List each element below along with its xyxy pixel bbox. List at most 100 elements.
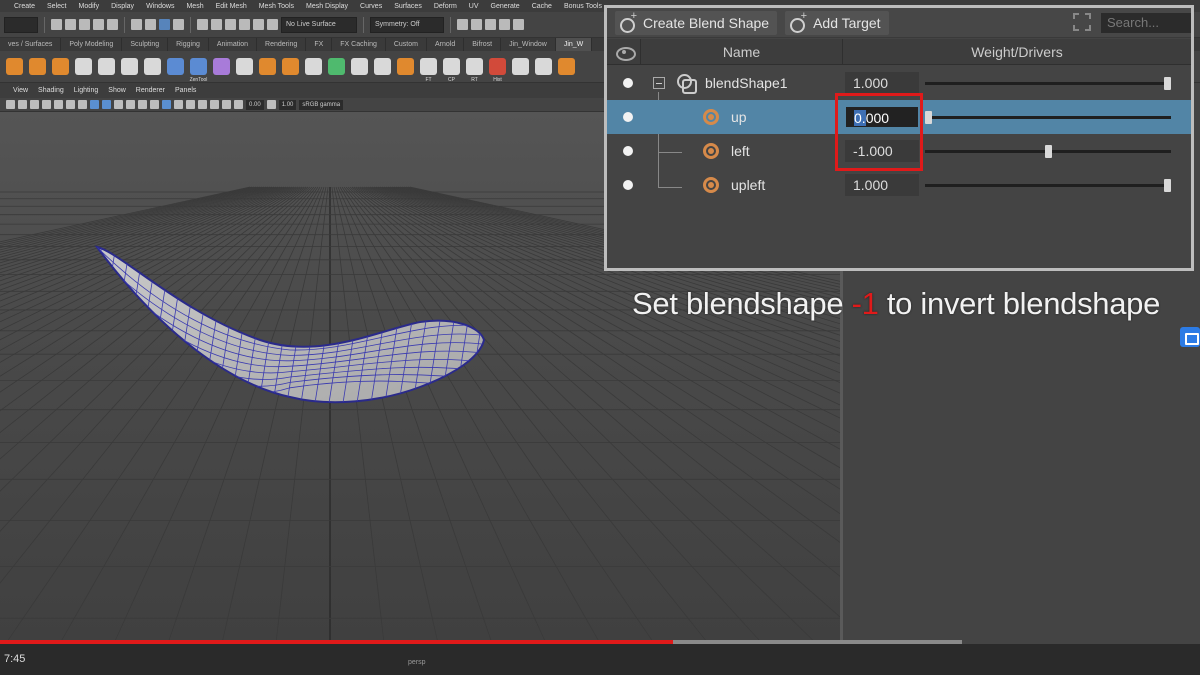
visibility-dot[interactable] xyxy=(623,180,633,190)
snap-point-icon[interactable] xyxy=(225,19,236,30)
cube-icon[interactable] xyxy=(29,58,46,75)
dots-grid-icon[interactable] xyxy=(144,58,161,75)
bookmark-icon[interactable] xyxy=(30,100,39,109)
diamond-icon[interactable] xyxy=(535,58,552,75)
snap-surface-icon[interactable] xyxy=(253,19,264,30)
layers-icon[interactable] xyxy=(236,58,253,75)
new-scene-icon[interactable] xyxy=(51,19,62,30)
hypershade-icon[interactable] xyxy=(513,19,524,30)
undo-icon[interactable] xyxy=(93,19,104,30)
snap-grid-icon[interactable] xyxy=(197,19,208,30)
menu-display[interactable]: Display xyxy=(105,3,140,10)
cube-grid-icon[interactable] xyxy=(6,58,23,75)
exposure-field[interactable]: 0.00 xyxy=(246,99,264,110)
panel-menu-lighting[interactable]: Lighting xyxy=(69,87,104,94)
weight-slider[interactable] xyxy=(925,179,1171,192)
visibility-dot[interactable] xyxy=(623,146,633,156)
symmetry-dropdown[interactable]: Symmetry: Off xyxy=(370,16,444,33)
menu-deform[interactable]: Deform xyxy=(428,3,463,10)
snap-curve-icon[interactable] xyxy=(211,19,222,30)
rt-icon[interactable]: RT xyxy=(466,58,483,83)
bridge-icon[interactable] xyxy=(75,58,92,75)
image-plane-icon[interactable] xyxy=(42,100,51,109)
panel-menu-panels[interactable]: Panels xyxy=(170,87,201,94)
resolution-gate-icon[interactable] xyxy=(78,100,87,109)
gamma-icon[interactable] xyxy=(266,100,276,109)
tab-custom[interactable]: Custom xyxy=(386,38,427,51)
xray-joints-icon[interactable] xyxy=(222,100,231,109)
wire-on-shaded-icon[interactable] xyxy=(114,100,123,109)
weight-slider[interactable] xyxy=(925,145,1171,158)
tab-rendering[interactable]: Rendering xyxy=(257,38,307,51)
side-badge-icon[interactable] xyxy=(1180,327,1200,347)
figure-icon[interactable] xyxy=(305,58,322,75)
stack-icon[interactable] xyxy=(282,58,299,75)
video-progress-bar[interactable] xyxy=(0,640,962,644)
menu-edit-mesh[interactable]: Edit Mesh xyxy=(210,3,253,10)
tab-fx[interactable]: FX xyxy=(306,38,333,51)
ipr-render-icon[interactable] xyxy=(485,19,496,30)
render-icon[interactable] xyxy=(471,19,482,30)
shadows-icon[interactable] xyxy=(150,100,159,109)
save-scene-icon[interactable] xyxy=(79,19,90,30)
hist-icon[interactable]: Hist xyxy=(489,58,506,83)
menu-bonus-tools[interactable]: Bonus Tools xyxy=(558,3,608,10)
menu-mesh-tools[interactable]: Mesh Tools xyxy=(253,3,300,10)
select-mode-icon[interactable] xyxy=(173,19,184,30)
ft-icon[interactable]: FT xyxy=(420,58,437,83)
visibility-eye-icon[interactable] xyxy=(607,38,641,65)
camera-icon[interactable] xyxy=(6,100,15,109)
menu-mesh-display[interactable]: Mesh Display xyxy=(300,3,354,10)
ambient-occlusion-icon[interactable] xyxy=(162,100,171,109)
cp-icon[interactable]: CP xyxy=(443,58,460,83)
shape-row-upleft[interactable]: upleft 1.000 xyxy=(607,168,1191,202)
panel-menu-show[interactable]: Show xyxy=(103,87,131,94)
antialias-icon[interactable] xyxy=(186,100,195,109)
motion-blur-icon[interactable] xyxy=(174,100,183,109)
gamma-field[interactable]: 1.00 xyxy=(278,99,297,110)
film-gate-icon[interactable] xyxy=(66,100,75,109)
skeleton-icon[interactable] xyxy=(351,58,368,75)
open-scene-icon[interactable] xyxy=(65,19,76,30)
column-header-name[interactable]: Name xyxy=(641,38,843,65)
menu-surfaces[interactable]: Surfaces xyxy=(388,3,428,10)
slider-handle[interactable] xyxy=(1164,179,1171,192)
color-cube-icon[interactable] xyxy=(397,58,414,75)
camera-attr-icon[interactable] xyxy=(18,100,27,109)
mode-dropdown[interactable] xyxy=(4,16,38,33)
add-target-button[interactable]: Add Target xyxy=(785,10,889,35)
snap-live-icon[interactable] xyxy=(267,19,278,30)
select-object-icon[interactable] xyxy=(145,19,156,30)
tab-jin-w[interactable]: Jin_W xyxy=(555,38,593,51)
slider-handle[interactable] xyxy=(1164,77,1171,90)
green-figure-icon[interactable] xyxy=(328,58,345,75)
column-header-weight[interactable]: Weight/Drivers xyxy=(843,44,1191,60)
lights-icon[interactable] xyxy=(138,100,147,109)
create-blend-shape-button[interactable]: Create Blend Shape xyxy=(615,10,778,35)
visibility-dot[interactable] xyxy=(623,78,633,88)
sculpt-brush-icon[interactable] xyxy=(167,58,184,75)
wireframe-icon[interactable] xyxy=(90,100,99,109)
tab-curves-surfaces[interactable]: ves / Surfaces xyxy=(0,38,62,51)
panel-menu-shading[interactable]: Shading xyxy=(33,87,69,94)
weight-slider[interactable] xyxy=(925,111,1171,124)
tab-jin-window[interactable]: Jin_Window xyxy=(501,38,556,51)
brush-icon[interactable] xyxy=(121,58,138,75)
tab-poly-modeling[interactable]: Poly Modeling xyxy=(61,38,123,51)
panel-menu-view[interactable]: View xyxy=(8,87,33,94)
zentool-icon[interactable]: ZenTool xyxy=(190,58,207,83)
textured-icon[interactable] xyxy=(126,100,135,109)
menu-select[interactable]: Select xyxy=(41,3,72,10)
slider-handle[interactable] xyxy=(1044,145,1052,158)
collapse-icon[interactable] xyxy=(653,77,665,89)
menu-curves[interactable]: Curves xyxy=(354,3,388,10)
menu-mesh[interactable]: Mesh xyxy=(180,3,209,10)
live-surface-field[interactable]: No Live Surface xyxy=(281,16,357,33)
isolate-select-icon[interactable] xyxy=(198,100,207,109)
tab-animation[interactable]: Animation xyxy=(209,38,258,51)
tab-arnold[interactable]: Arnold xyxy=(427,38,465,51)
target-weld-icon[interactable] xyxy=(98,58,115,75)
grid-toggle-icon[interactable] xyxy=(54,100,63,109)
weight-slider[interactable] xyxy=(925,77,1171,90)
tab-rigging[interactable]: Rigging xyxy=(168,38,209,51)
